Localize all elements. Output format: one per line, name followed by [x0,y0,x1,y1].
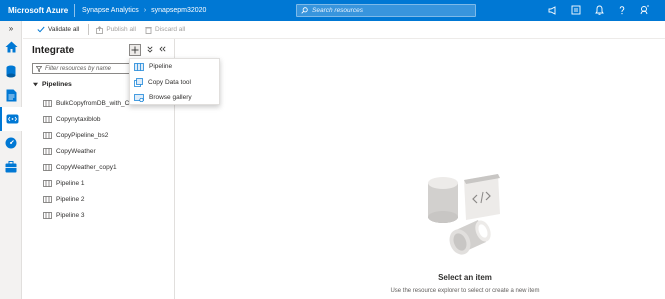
rail-develop[interactable] [0,83,22,107]
list-item[interactable]: CopyPipeline_bs2 [43,128,173,144]
menu-item-label: Copy Data tool [148,78,191,86]
pipelines-section-header[interactable]: Pipelines [33,81,72,88]
copy-data-icon [134,77,143,87]
list-item[interactable]: Copynytaxiblob [43,112,173,128]
rail-home[interactable] [0,35,22,59]
announcement-icon[interactable] [547,4,559,16]
empty-state-subtitle: Use the resource explorer to select or c… [390,288,540,294]
collapse-panel-button[interactable] [159,46,166,54]
menu-item-label: Pipeline [149,63,173,71]
caret-down-icon [33,82,38,87]
filter-icon [36,65,42,72]
left-rail: » [0,21,22,299]
pipeline-icon [43,195,52,203]
plus-icon [131,46,139,54]
integrate-icon [6,114,18,124]
command-bar: Validate all Publish all Discard all [23,21,665,39]
checkmark-icon [37,26,45,33]
pipelines-section-label: Pipelines [42,81,72,88]
empty-state-illustration [428,174,500,255]
filter-placeholder: Filter resources by name [45,65,112,72]
code-panel-icon [464,174,500,220]
list-item-label: CopyWeather_copy1 [56,164,117,171]
breadcrumb-service[interactable]: Synapse Analytics [79,7,142,14]
menu-item-label: Browse gallery [149,94,192,102]
pipeline-icon [43,164,52,171]
feedback-icon[interactable] [639,4,651,16]
list-item-label: Pipeline 1 [56,179,85,187]
notifications-icon[interactable] [593,4,605,16]
gallery-icon [134,93,144,102]
new-resource-menu: Pipeline Copy Data tool Browse gallery [129,58,220,105]
top-bar: Microsoft Azure Synapse Analytics › syna… [0,0,665,21]
chevron-double-down-icon [147,46,153,53]
develop-icon [6,89,16,101]
expand-all-button[interactable] [147,46,153,55]
list-item-label: Pipeline 2 [56,195,85,203]
list-item[interactable]: CopyWeather [43,144,173,160]
pipeline-icon [134,62,144,71]
pipeline-icon [43,211,52,219]
header-icons [547,4,651,16]
rail-data[interactable] [0,59,22,83]
home-icon [5,41,17,53]
pipe-icon [449,220,491,255]
pipeline-list: BulkCopyfromDB_with_Co Copynytaxiblob Co… [43,96,173,223]
search-icon [301,7,308,14]
list-item-label: Copynytaxiblob [56,116,101,124]
list-item[interactable]: Pipeline 3 [43,207,173,223]
list-item[interactable]: Pipeline 1 [43,175,173,191]
empty-state-title: Select an item [438,273,492,282]
search-input[interactable]: Search resources [296,4,476,17]
list-item-label: CopyPipeline_bs2 [56,132,109,140]
menu-item-browse-gallery[interactable]: Browse gallery [130,90,219,106]
panel-actions [129,44,166,56]
pipeline-icon [43,148,52,155]
discard-icon [145,26,152,34]
brand-label[interactable]: Microsoft Azure [0,6,70,15]
top-divider [74,4,75,17]
validate-all-button[interactable]: Validate all [37,26,79,33]
chevron-double-left-icon [159,46,166,52]
publish-all-button[interactable]: Publish all [96,25,136,34]
pipeline-icon [43,100,52,108]
list-item[interactable]: Pipeline 2 [43,191,173,207]
discard-all-button[interactable]: Discard all [145,26,185,34]
expand-rail-button[interactable]: » [0,21,22,35]
breadcrumb-separator: › [143,7,147,14]
list-item-label: BulkCopyfromDB_with_Co [56,100,133,108]
publish-all-label: Publish all [106,26,136,33]
validate-all-label: Validate all [48,26,80,33]
discard-all-label: Discard all [154,26,186,33]
database-icon [428,177,458,223]
manage-icon [5,161,17,173]
monitor-icon [5,137,17,149]
list-item-label: Pipeline 3 [56,211,85,219]
panel-title: Integrate [32,45,75,56]
pipeline-icon [43,180,52,187]
filter-resources-input[interactable]: Filter resources by name [32,63,132,74]
data-icon [6,65,16,77]
command-divider [88,24,90,35]
list-item-label: CopyWeather [56,148,96,156]
search-placeholder: Search resources [312,7,363,14]
rail-integrate[interactable] [0,107,22,131]
expand-icon: » [8,23,14,33]
list-item[interactable]: CopyWeather_copy1 [43,160,173,176]
switch-directory-icon[interactable] [570,4,582,16]
rail-monitor[interactable] [0,131,22,155]
breadcrumb-workspace[interactable]: synapsepm32020 [148,7,209,14]
help-icon[interactable] [616,4,628,16]
publish-icon [96,25,104,34]
pipeline-icon [43,132,52,140]
menu-item-copy-data-tool[interactable]: Copy Data tool [130,75,219,91]
pipeline-icon [43,116,52,124]
add-resource-button[interactable] [129,44,141,56]
rail-manage[interactable] [0,155,22,179]
menu-item-pipeline[interactable]: Pipeline [130,59,219,75]
